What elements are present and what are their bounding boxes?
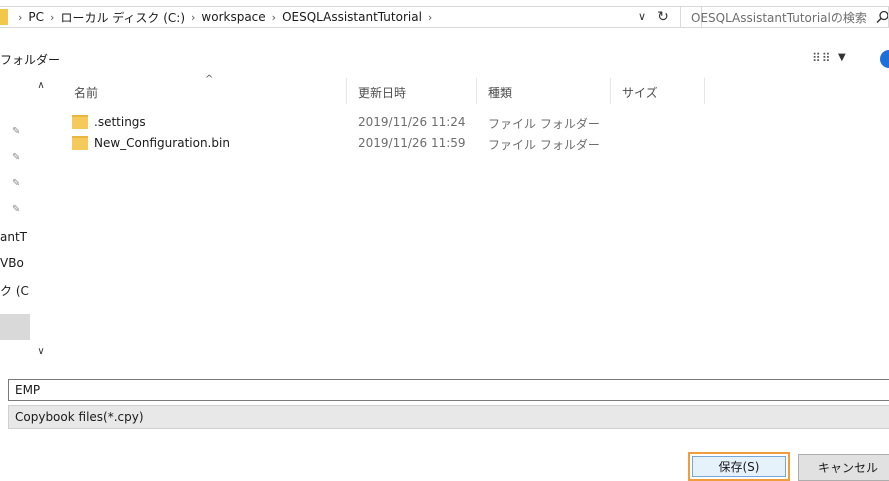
breadcrumb-separator: › — [50, 10, 55, 24]
navigation-pane[interactable]: ∧ ✎ ✎ ✎ ✎ antT VBo ク (C ∨ — [0, 78, 50, 368]
breadcrumb-separator: › — [191, 10, 196, 24]
address-bar[interactable]: › PC › ローカル ディスク (C:) › workspace › OESQ… — [0, 6, 702, 28]
file-list[interactable]: ^ 名前 更新日時 種類 サイズ .settings 2019/11/26 11… — [50, 74, 889, 368]
file-name: New_Configuration.bin — [94, 136, 230, 150]
list-item[interactable]: .settings 2019/11/26 11:24 ファイル フォルダー — [72, 114, 632, 134]
nav-item-selected[interactable] — [0, 314, 30, 340]
view-options-arrow[interactable]: ▼ — [838, 52, 846, 63]
chevron-up-icon[interactable]: ∧ — [34, 80, 48, 94]
breadcrumb-separator: › — [18, 10, 23, 24]
breadcrumb-pc[interactable]: PC — [28, 10, 44, 24]
chevron-down-icon[interactable]: ∨ — [34, 346, 48, 360]
column-divider[interactable] — [476, 78, 477, 104]
refresh-icon[interactable]: ↻ — [654, 8, 672, 26]
help-icon[interactable] — [880, 50, 889, 68]
save-button[interactable]: 保存(S) — [688, 452, 790, 481]
pin-icon: ✎ — [12, 178, 21, 189]
file-name: .settings — [94, 115, 146, 129]
nav-item[interactable]: antT — [0, 230, 36, 244]
list-item[interactable]: New_Configuration.bin 2019/11/26 11:59 フ… — [72, 135, 632, 155]
filetype-select[interactable]: Copybook files(*.cpy) — [8, 405, 889, 429]
pin-icon: ✎ — [12, 204, 21, 215]
column-header-type[interactable]: 種類 — [488, 84, 512, 101]
nav-item[interactable]: VBo — [0, 256, 36, 270]
column-divider[interactable] — [704, 78, 705, 104]
sort-indicator-icon: ^ — [205, 74, 214, 85]
folder-icon — [0, 9, 8, 25]
breadcrumb-project[interactable]: OESQLAssistantTutorial — [282, 10, 422, 24]
nav-item[interactable]: ク (C — [0, 282, 36, 299]
breadcrumb-local-disk[interactable]: ローカル ディスク (C:) — [60, 9, 185, 26]
filename-field[interactable] — [8, 379, 889, 401]
column-header-modified[interactable]: 更新日時 — [358, 84, 406, 101]
file-modified: 2019/11/26 11:24 — [358, 115, 466, 129]
address-bar-row: › PC › ローカル ディスク (C:) › workspace › OESQ… — [0, 0, 889, 34]
folder-icon — [72, 115, 88, 129]
new-folder-button[interactable]: フォルダー — [0, 51, 60, 68]
column-divider[interactable] — [346, 78, 347, 104]
pin-icon: ✎ — [12, 152, 21, 163]
column-header-size[interactable]: サイズ — [622, 84, 658, 101]
file-type: ファイル フォルダー — [488, 117, 600, 131]
save-button-label: 保存(S) — [692, 456, 786, 477]
column-header-name[interactable]: 名前 — [74, 84, 98, 101]
chevron-down-icon[interactable]: ∨ — [634, 10, 650, 24]
file-type: ファイル フォルダー — [488, 138, 600, 152]
search-placeholder: OESQLAssistantTutorialの検索 — [691, 10, 867, 25]
pin-icon: ✎ — [12, 126, 21, 137]
column-divider[interactable] — [610, 78, 611, 104]
file-modified: 2019/11/26 11:59 — [358, 136, 466, 150]
search-input[interactable]: OESQLAssistantTutorialの検索 — [680, 6, 889, 28]
breadcrumb-workspace[interactable]: workspace — [201, 10, 265, 24]
search-icon[interactable] — [876, 10, 889, 24]
folder-icon — [72, 136, 88, 150]
breadcrumb-separator: › — [427, 10, 433, 24]
breadcrumb-separator: › — [271, 10, 277, 24]
toolbar: フォルダー ⠿⠿ ▼ — [0, 46, 889, 72]
cancel-button[interactable]: キャンセル — [798, 454, 889, 481]
view-icon[interactable]: ⠿⠿ — [812, 51, 832, 65]
